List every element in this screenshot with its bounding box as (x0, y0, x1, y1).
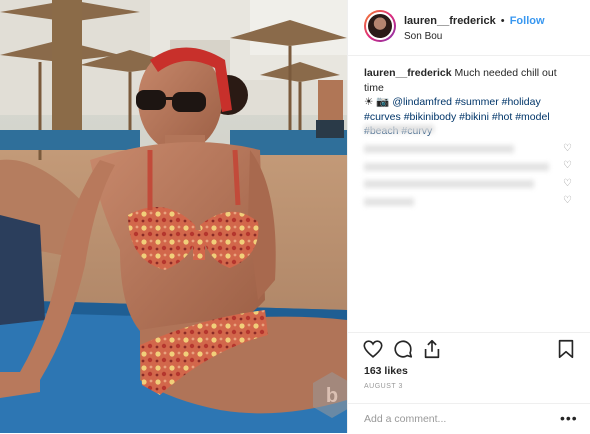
post-date: AUGUST 3 (364, 383, 403, 390)
comment-like-heart-icon[interactable]: ♡ (563, 196, 573, 206)
hashtag-link[interactable]: #hot (492, 111, 512, 123)
more-options-button[interactable]: ••• (560, 410, 578, 426)
blurred-comment (364, 163, 549, 171)
heart-icon[interactable] (362, 338, 384, 360)
mention-link[interactable]: @lindamfred (392, 96, 452, 108)
beach-photo-image (0, 0, 347, 433)
blurred-comment (364, 198, 414, 206)
location-link[interactable]: Son Bou (404, 31, 442, 42)
hashtag-link[interactable]: #curves (364, 111, 401, 123)
share-icon[interactable] (421, 338, 443, 360)
post-sidebar: lauren__frederick • Follow Son Bou laure… (347, 0, 590, 433)
comment-like-heart-icon[interactable]: ♡ (563, 161, 573, 171)
blurred-comment (364, 145, 514, 153)
username-link[interactable]: lauren__frederick (404, 15, 496, 27)
caption-username[interactable]: lauren__frederick (364, 67, 452, 79)
bookmark-icon[interactable] (555, 338, 577, 360)
hashtag-link[interactable]: #holiday (502, 96, 541, 108)
avatar-icon[interactable] (364, 10, 396, 42)
hashtag-link[interactable]: #bikinibody (404, 111, 457, 123)
svg-text:b: b (326, 385, 338, 407)
comment-like-heart-icon[interactable]: ♡ (563, 144, 573, 154)
post-header: lauren__frederick • Follow Son Bou (348, 0, 590, 56)
caption-emojis: ☀ 📷 (364, 96, 390, 108)
blurred-comment (364, 125, 434, 133)
hashtag-link[interactable]: #bikini (459, 111, 489, 123)
comment-like-heart-icon[interactable]: ♡ (563, 179, 573, 189)
blurred-comment (364, 180, 534, 188)
follow-button[interactable]: Follow (510, 15, 545, 27)
likes-count[interactable]: 163 likes (364, 365, 408, 377)
header-username-row: lauren__frederick • Follow (404, 15, 545, 27)
post-actions: 163 likes AUGUST 3 Add a comment... ••• (348, 332, 590, 433)
comment-input[interactable]: Add a comment... (364, 413, 446, 425)
instagram-post: b lauren__frederick • Follow Son Bou lau… (0, 0, 590, 433)
hashtag-link[interactable]: #model (515, 111, 549, 123)
post-photo[interactable]: b (0, 0, 347, 433)
hashtag-link[interactable]: #summer (455, 96, 499, 108)
comment-bar: Add a comment... ••• (348, 403, 590, 434)
comment-icon[interactable] (392, 338, 414, 360)
separator-dot: • (500, 15, 505, 27)
watermark-logo: b (313, 372, 347, 418)
